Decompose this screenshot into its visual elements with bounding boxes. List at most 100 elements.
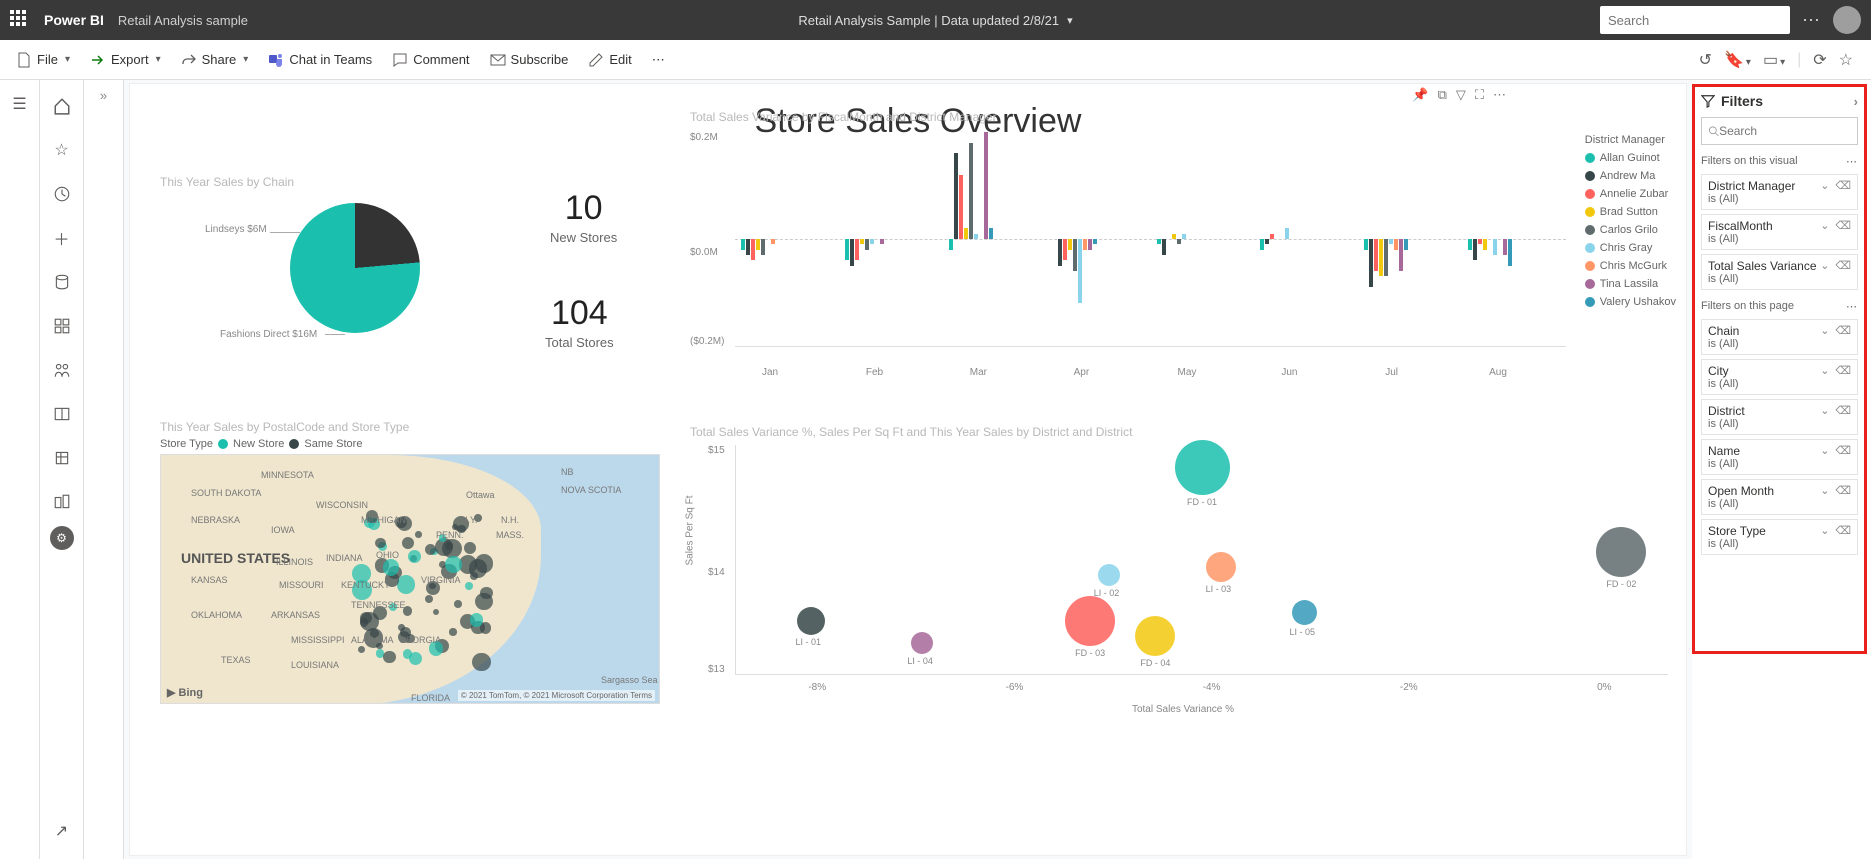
visual-more-icon[interactable]: ⋯ — [1493, 87, 1506, 103]
filter-card[interactable]: Districtis (All)⌄⌫ — [1701, 399, 1858, 435]
filter-card[interactable]: Open Monthis (All)⌄⌫ — [1701, 479, 1858, 515]
scatter-bubble[interactable] — [911, 632, 933, 654]
legend-item[interactable]: Andrew Ma — [1585, 170, 1676, 182]
scatter-bubble-label: LI - 01 — [796, 637, 822, 647]
global-search-input[interactable] — [1608, 13, 1784, 28]
edit-button[interactable]: Edit — [580, 48, 639, 72]
scatter-bubble[interactable] — [1175, 440, 1230, 495]
chevron-down-icon[interactable]: ⌄ — [1820, 484, 1829, 497]
chevron-down-icon[interactable]: ⌄ — [1820, 364, 1829, 377]
shared-icon[interactable] — [42, 350, 82, 390]
legend-item[interactable]: Brad Sutton — [1585, 206, 1676, 218]
filter-card[interactable]: Total Sales Varianceis (All)⌄⌫ — [1701, 254, 1858, 290]
filter-card[interactable]: District Manageris (All)⌄⌫ — [1701, 174, 1858, 210]
export-menu[interactable]: Export▾ — [82, 48, 169, 72]
pages-collapse-rail[interactable]: » — [84, 80, 124, 859]
scatter-bubble[interactable] — [1292, 600, 1317, 625]
command-more[interactable]: ⋯ — [644, 48, 673, 72]
clear-filter-icon[interactable]: ⌫ — [1835, 259, 1851, 272]
scatter-bubble-label: LI - 04 — [907, 656, 933, 666]
scatter-chart[interactable]: Sales Per Sq Ft $15 $14 $13 FD - 01FD - … — [690, 445, 1676, 715]
favorite-icon[interactable]: ☆ — [1839, 50, 1853, 70]
filter-card[interactable]: Cityis (All)⌄⌫ — [1701, 359, 1858, 395]
filter-applied-icon[interactable]: ▽ — [1456, 87, 1466, 103]
chevron-down-icon[interactable]: ⌄ — [1820, 259, 1829, 272]
section-more-icon[interactable]: ⋯ — [1846, 300, 1858, 313]
filter-card[interactable]: FiscalMonthis (All)⌄⌫ — [1701, 214, 1858, 250]
scatter-bubble[interactable] — [1065, 596, 1115, 646]
reset-icon[interactable]: ↺ — [1699, 50, 1712, 70]
clear-filter-icon[interactable]: ⌫ — [1835, 404, 1851, 417]
map-legend[interactable]: Store Type New Store Same Store — [160, 438, 670, 450]
my-workspace-icon[interactable] — [42, 482, 82, 522]
map-visual[interactable]: UNITED STATES ▶ Bing © 2021 TomTom, © 20… — [160, 454, 660, 704]
legend-item[interactable]: Annelie Zubar — [1585, 188, 1676, 200]
focus-mode-icon[interactable]: ⛶ — [1475, 87, 1484, 103]
recent-icon[interactable] — [42, 174, 82, 214]
filter-card[interactable]: Store Typeis (All)⌄⌫ — [1701, 519, 1858, 555]
app-launcher-icon[interactable] — [10, 10, 30, 30]
global-search[interactable] — [1600, 6, 1790, 34]
bar-legend[interactable]: District Manager Allan GuinotAndrew MaAn… — [1585, 134, 1676, 314]
clear-filter-icon[interactable]: ⌫ — [1835, 524, 1851, 537]
apps-icon[interactable] — [42, 306, 82, 346]
scatter-bubble[interactable] — [797, 607, 825, 635]
hamburger-icon[interactable]: ☰ — [2, 86, 38, 122]
expand-icon[interactable]: ↗ — [42, 811, 82, 851]
legend-item[interactable]: Valery Ushakov — [1585, 296, 1676, 308]
workspaces-icon[interactable] — [42, 438, 82, 478]
pin-icon[interactable]: 📌 — [1412, 87, 1428, 103]
chevron-down-icon[interactable]: ⌄ — [1820, 324, 1829, 337]
datasets-icon[interactable] — [42, 262, 82, 302]
favorites-icon[interactable]: ☆ — [42, 130, 82, 170]
chevron-down-icon[interactable]: ⌄ — [1820, 219, 1829, 232]
filter-search-input[interactable] — [1719, 124, 1851, 138]
bar-chart[interactable]: $0.2M $0.0M ($0.2M) JanFebMarAprMayJunJu… — [690, 132, 1566, 372]
chevron-down-icon[interactable]: ⌄ — [1820, 524, 1829, 537]
collapse-pane-icon[interactable]: › — [1854, 94, 1858, 109]
dot-icon — [1585, 279, 1595, 289]
comment-button[interactable]: Comment — [384, 48, 477, 72]
clear-filter-icon[interactable]: ⌫ — [1835, 179, 1851, 192]
clear-filter-icon[interactable]: ⌫ — [1835, 484, 1851, 497]
bookmark-icon[interactable]: 🔖▾ — [1724, 50, 1751, 70]
legend-item[interactable]: Chris McGurk — [1585, 260, 1676, 272]
clear-filter-icon[interactable]: ⌫ — [1835, 364, 1851, 377]
scatter-bubble[interactable] — [1098, 564, 1120, 586]
map-attribution: © 2021 TomTom, © 2021 Microsoft Corporat… — [458, 690, 655, 701]
filter-card[interactable]: Chainis (All)⌄⌫ — [1701, 319, 1858, 355]
filter-card[interactable]: Nameis (All)⌄⌫ — [1701, 439, 1858, 475]
home-icon[interactable] — [42, 86, 82, 126]
share-menu[interactable]: Share▾ — [173, 48, 257, 72]
legend-item[interactable]: Allan Guinot — [1585, 152, 1676, 164]
scatter-bubble[interactable] — [1596, 527, 1646, 577]
refresh-icon[interactable]: ⟳ — [1813, 50, 1826, 70]
legend-item[interactable]: Chris Gray — [1585, 242, 1676, 254]
copy-icon[interactable]: ⧉ — [1438, 87, 1447, 103]
section-more-icon[interactable]: ⋯ — [1846, 155, 1858, 168]
subscribe-button[interactable]: Subscribe — [482, 48, 577, 72]
bar-x-tick: Mar — [970, 367, 987, 378]
filter-search[interactable] — [1701, 117, 1858, 145]
report-status[interactable]: Retail Analysis Sample | Data updated 2/… — [798, 13, 1072, 28]
chevron-down-icon[interactable]: ⌄ — [1820, 179, 1829, 192]
scatter-bubble[interactable] — [1206, 552, 1236, 582]
breadcrumb[interactable]: Retail Analysis sample — [118, 13, 248, 28]
clear-filter-icon[interactable]: ⌫ — [1835, 324, 1851, 337]
scatter-bubble[interactable] — [1135, 616, 1175, 656]
pie-chart[interactable] — [290, 203, 420, 333]
chevron-down-icon[interactable]: ⌄ — [1820, 404, 1829, 417]
header-more-icon[interactable]: ⋯ — [1802, 10, 1821, 31]
view-icon[interactable]: ▭▾ — [1763, 50, 1785, 70]
legend-item[interactable]: Tina Lassila — [1585, 278, 1676, 290]
avatar[interactable] — [1833, 6, 1861, 34]
learn-icon[interactable] — [42, 394, 82, 434]
legend-item[interactable]: Carlos Grilo — [1585, 224, 1676, 236]
deployment-icon[interactable]: ⚙ — [50, 526, 74, 550]
clear-filter-icon[interactable]: ⌫ — [1835, 444, 1851, 457]
clear-filter-icon[interactable]: ⌫ — [1835, 219, 1851, 232]
chevron-down-icon[interactable]: ⌄ — [1820, 444, 1829, 457]
chat-in-teams-button[interactable]: Chat in Teams — [260, 48, 380, 72]
file-menu[interactable]: File▾ — [8, 48, 78, 72]
create-icon[interactable]: ＋ — [42, 218, 82, 258]
